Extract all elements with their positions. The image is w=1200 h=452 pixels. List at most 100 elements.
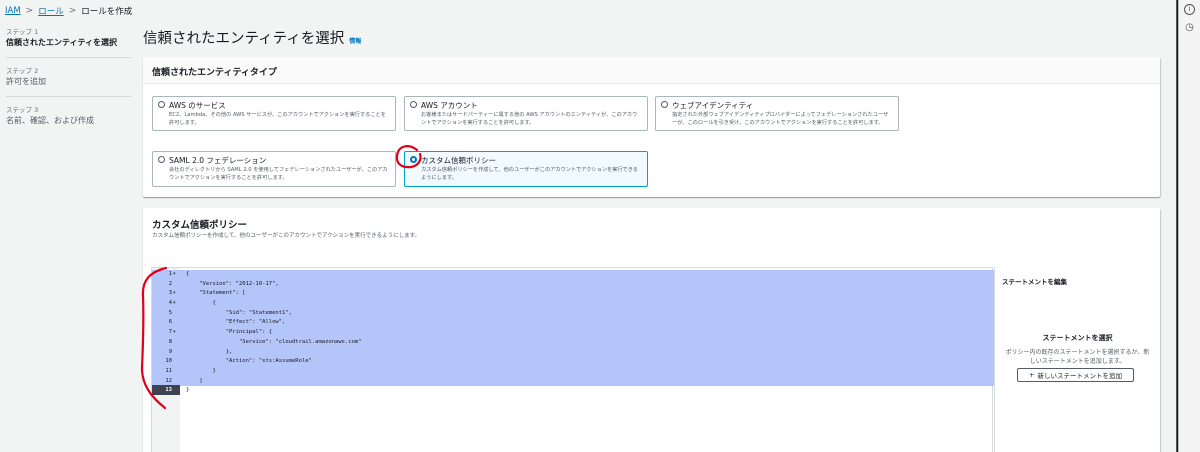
radio-button[interactable]	[661, 101, 668, 108]
wizard-step-1: ステップ 1 信頼されたエンティティを選択	[6, 27, 131, 58]
fold-toggle-icon[interactable]: ▼	[173, 328, 176, 338]
tile-aws-service[interactable]: AWS のサービス EC2、Lambda、その他の AWS サービスが、このアカ…	[152, 96, 396, 131]
tile-web-identity[interactable]: ウェブアイデンティティ 指定された外部ウェブアイデンティティプロバイダーによって…	[655, 96, 899, 131]
code-line: 7 ▼ "Principal": {	[152, 328, 992, 338]
radio-button[interactable]	[158, 156, 165, 163]
right-utility-strip: i ◷	[1178, 0, 1200, 452]
tile-title: カスタム信頼ポリシー	[421, 156, 496, 165]
trusted-entity-type-panel: 信頼されたエンティティタイプ AWS のサービス EC2、Lambda、その他の…	[143, 57, 1160, 197]
line-number: 10	[165, 358, 172, 365]
custom-trust-policy-panel: カスタム信頼ポリシー カスタム信頼ポリシーを作成して、他のユーザーがこのアカウン…	[143, 208, 1160, 452]
tile-title: AWS のサービス	[169, 101, 226, 110]
line-number: 4	[168, 300, 172, 307]
tile-saml-federation[interactable]: SAML 2.0 フェデレーション 会社のディレクトリから SAML 2.0 を…	[152, 151, 396, 187]
page-title: 信頼されたエンティティを選択 情報	[143, 27, 361, 48]
info-icon[interactable]: i	[1184, 4, 1195, 15]
code-text: "Version": "2012-10-17",	[186, 280, 279, 287]
code-line: 11 }	[152, 367, 992, 377]
step-label: 名前、確認、および作成	[6, 116, 94, 125]
code-text: }	[186, 367, 216, 374]
fold-toggle-icon[interactable]: ▼	[173, 289, 176, 299]
statement-editor-panel: ステートメントを編集 ステートメントを選択 ポリシー内の既存のステートメントを選…	[994, 267, 1160, 452]
line-number: 9	[168, 348, 172, 355]
code-text: "Effect": "Allow",	[186, 319, 286, 326]
line-number: 11	[165, 367, 172, 374]
code-text: {	[186, 271, 190, 277]
code-line: 2 "Version": "2012-10-17",	[152, 280, 992, 290]
code-line: 9 },	[152, 348, 992, 358]
step-number: ステップ 2	[6, 67, 39, 75]
statement-editor-header: ステートメントを編集	[1002, 278, 1067, 286]
code-text: }	[186, 387, 190, 394]
tile-description: EC2、Lambda、その他の AWS サービスが、このアカウントでアクションを…	[169, 112, 386, 126]
wizard-step-3: ステップ 3 名前、確認、および作成	[6, 105, 131, 135]
breadcrumb: IAM > ロール > ロールを作成	[5, 5, 132, 17]
tile-description: 会社のディレクトリから SAML 2.0 を使用してフェデレーションされたユーザ…	[169, 167, 388, 181]
line-number: 1	[168, 271, 172, 277]
code-line: 1 ▼ {	[152, 270, 992, 280]
code-line: 6 "Effect": "Allow",	[152, 318, 992, 328]
code-line: 3 ▼ "Statement": [	[152, 289, 992, 299]
info-link[interactable]: 情報	[349, 36, 361, 45]
code-line: 4 ▼ {	[152, 299, 992, 309]
page-title-text: 信頼されたエンティティを選択	[143, 31, 345, 47]
code-text: ]	[186, 377, 203, 384]
breadcrumb-separator-icon: >	[68, 6, 77, 16]
panel-title: 信頼されたエンティティタイプ	[152, 68, 277, 78]
tile-aws-account[interactable]: AWS アカウント お客様またはサードパーティーに属する他の AWS アカウント…	[404, 96, 648, 131]
step-label: 信頼されたエンティティを選択	[6, 38, 118, 47]
step-label: 許可を追加	[6, 77, 46, 86]
radio-button[interactable]	[410, 101, 417, 108]
add-new-statement-button[interactable]: + 新しいステートメントを追加	[1017, 368, 1134, 382]
radio-button[interactable]	[158, 101, 165, 108]
line-number: 7	[168, 329, 172, 336]
app-frame: IAM > ロール > ロールを作成 ステップ 1 信頼されたエンティティを選択…	[0, 0, 1177, 452]
line-number: 8	[168, 338, 172, 345]
line-number: 5	[168, 309, 172, 316]
breadcrumb-roles-link[interactable]: ロール	[38, 5, 64, 17]
breadcrumb-separator-icon: >	[25, 6, 34, 16]
code-text: {	[186, 300, 216, 307]
breadcrumb-iam-link[interactable]: IAM	[5, 6, 21, 16]
step-number: ステップ 1	[6, 28, 39, 36]
select-statement-description: ポリシー内の既存のステートメントを選択するか、新しいステートメントを追加します。	[1005, 349, 1150, 365]
code-text: "Action": "sts:AssumeRole"	[186, 358, 312, 365]
tile-title: SAML 2.0 フェデレーション	[169, 156, 267, 165]
code-line: 12 ]	[152, 377, 992, 387]
code-text: "Service": "cloudtrail.amazonaws.com"	[186, 338, 362, 345]
code-text: "Principal": {	[186, 329, 273, 336]
fold-toggle-icon[interactable]: ▼	[173, 270, 176, 280]
policy-code-editor[interactable]: 1 ▼{ 2 "Version": "2012-10-17", 3 ▼ "State…	[151, 267, 994, 452]
code-lines: 1 ▼{ 2 "Version": "2012-10-17", 3 ▼ "State…	[152, 270, 992, 396]
clock-icon[interactable]: ◷	[1184, 22, 1195, 33]
code-line: 5 "Sid": "Statement1",	[152, 309, 992, 319]
wizard-step-2: ステップ 2 許可を追加	[6, 66, 131, 97]
code-text: },	[186, 348, 233, 355]
panel-header: 信頼されたエンティティタイプ	[143, 57, 1160, 84]
tile-description: 指定された外部ウェブアイデンティティプロバイダーによってフェデレーションされたユ…	[672, 112, 889, 126]
fold-toggle-icon[interactable]: ▼	[173, 299, 176, 309]
line-number: 2	[168, 280, 172, 287]
line-number: 13	[165, 387, 172, 394]
plus-icon: +	[1029, 371, 1035, 379]
breadcrumb-current: ロールを作成	[81, 7, 133, 17]
tile-description: お客様またはサードパーティーに属する他の AWS アカウントのエンティティが、こ…	[421, 112, 638, 126]
line-number: 3	[168, 290, 172, 297]
code-line-current: 13}	[152, 386, 992, 396]
add-new-statement-label: 新しいステートメントを追加	[1037, 372, 1122, 380]
select-statement-title: ステートメントを選択	[1042, 334, 1113, 342]
code-line: 10 "Action": "sts:AssumeRole"	[152, 357, 992, 367]
step-number: ステップ 3	[6, 106, 39, 114]
tile-custom-trust-policy[interactable]: カスタム信頼ポリシー カスタム信頼ポリシーを作成して、他のユーザーがこのアカウン…	[404, 151, 648, 187]
line-number: 6	[168, 319, 172, 326]
panel-description: カスタム信頼ポリシーを作成して、他のユーザーがこのアカウントでアクションを実行で…	[152, 233, 421, 239]
radio-button-selected[interactable]	[410, 156, 417, 163]
wizard-steps: ステップ 1 信頼されたエンティティを選択 ステップ 2 許可を追加 ステップ …	[6, 27, 131, 143]
tile-title: AWS アカウント	[421, 101, 478, 110]
panel-title: カスタム信頼ポリシー	[152, 220, 248, 231]
tile-title: ウェブアイデンティティ	[672, 101, 754, 110]
line-number: 12	[165, 377, 172, 384]
code-text: "Statement": [	[186, 290, 246, 297]
tile-description: カスタム信頼ポリシーを作成して、他のユーザーがこのアカウントでアクションを実行で…	[421, 167, 638, 181]
code-text: "Sid": "Statement1",	[186, 309, 292, 316]
